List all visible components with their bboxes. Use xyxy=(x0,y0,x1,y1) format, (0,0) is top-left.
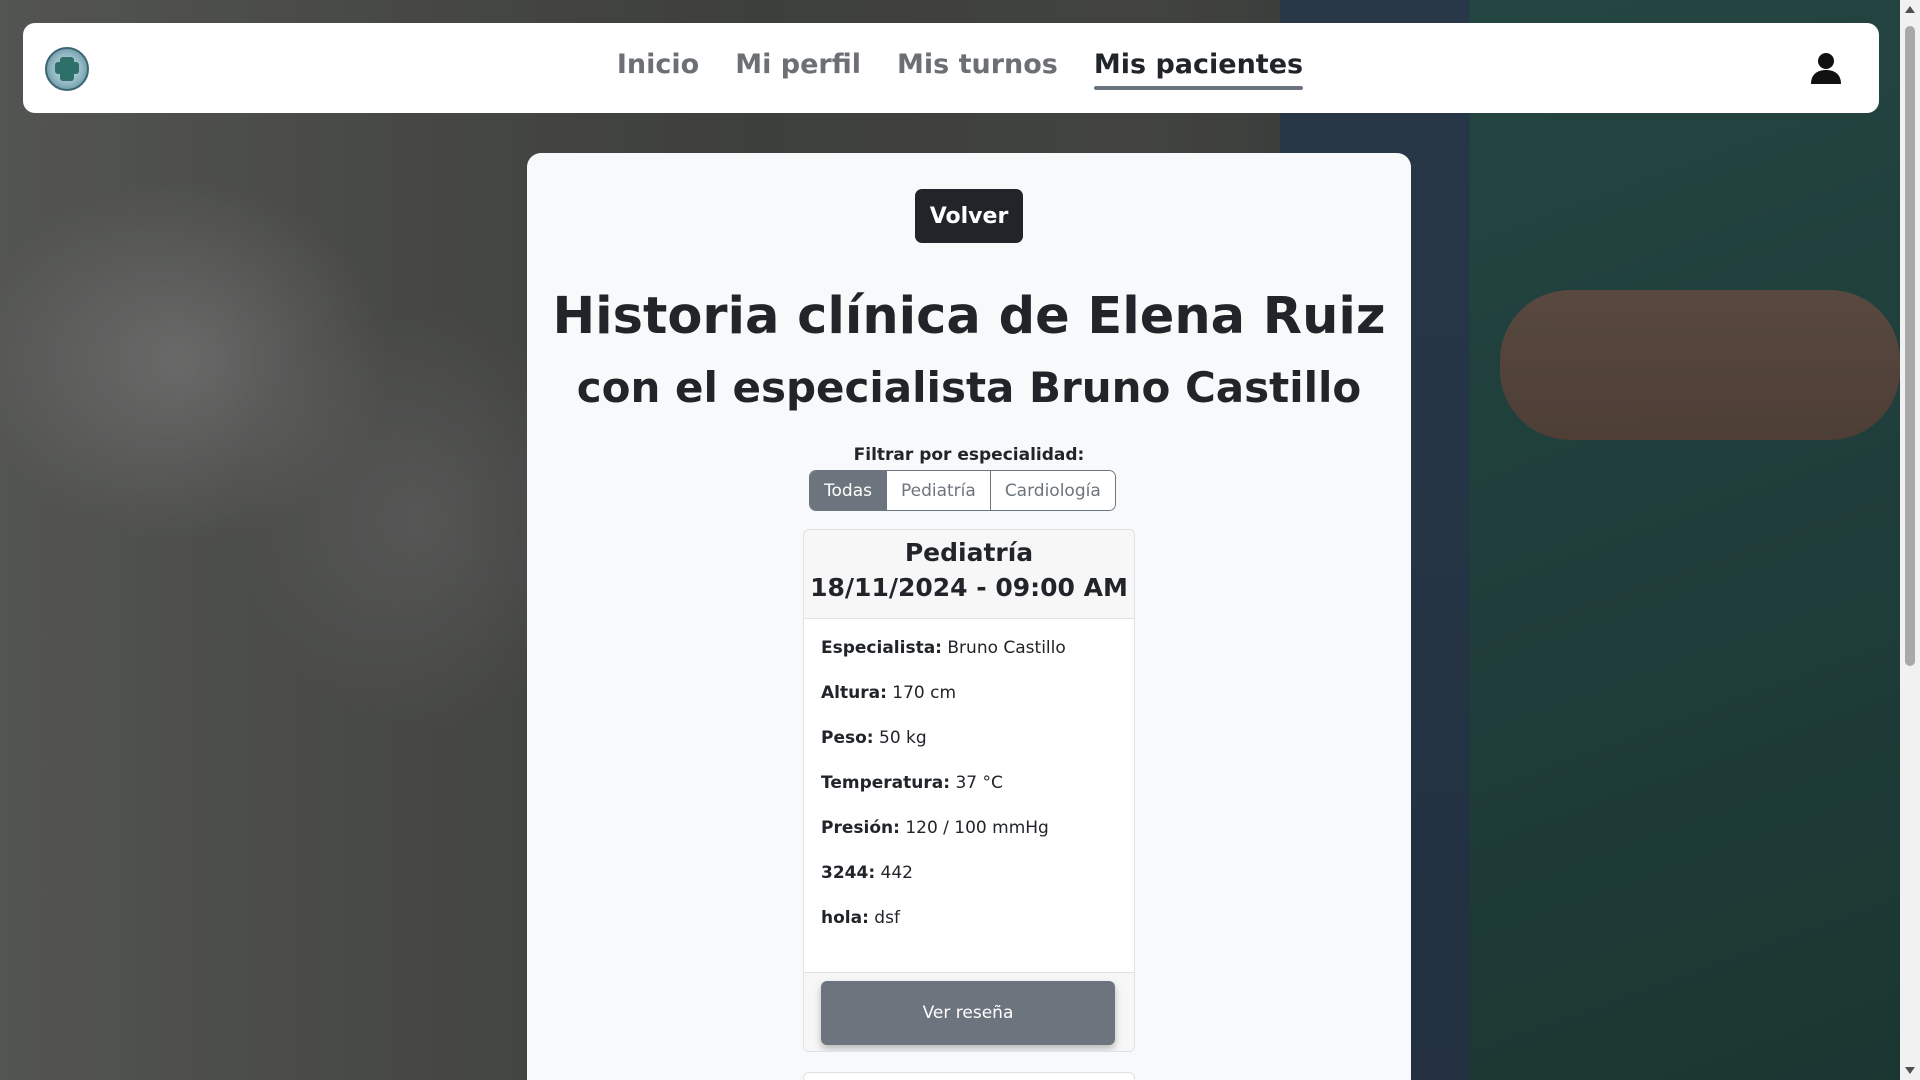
user-icon[interactable] xyxy=(1809,51,1843,85)
nav-link-mis-turnos[interactable]: Mis turnos xyxy=(897,49,1058,88)
filter-todas-button[interactable]: Todas xyxy=(810,471,887,510)
navbar: Inicio Mi perfil Mis turnos Mis paciente… xyxy=(23,23,1879,113)
page-subtitle: con el especialista Bruno Castillo xyxy=(576,363,1362,412)
page-scrollbar[interactable] xyxy=(1900,0,1920,1080)
record-field-altura: Altura: 170 cm xyxy=(821,683,957,703)
page-title: Historia clínica de Elena Ruiz xyxy=(552,287,1386,346)
scroll-up-arrow-icon[interactable] xyxy=(1905,6,1915,13)
filter-cardiologia-button[interactable]: Cardiología xyxy=(990,471,1115,510)
record-field-presion: Presión: 120 / 100 mmHg xyxy=(821,818,1049,838)
record-field-custom-hola: hola: dsf xyxy=(821,908,900,928)
specialty-filter-group: Todas Pediatría Cardiología xyxy=(809,470,1116,511)
scrollbar-thumb[interactable] xyxy=(1905,26,1915,666)
record-field-custom-3244: 3244: 442 xyxy=(821,863,913,883)
nav-link-mis-pacientes[interactable]: Mis pacientes xyxy=(1093,49,1304,90)
view-review-button[interactable]: Ver reseña xyxy=(821,981,1115,1045)
record-header: Pediatría 18/11/2024 - 09:00 AM xyxy=(804,530,1134,619)
nav-link-inicio[interactable]: Inicio xyxy=(617,49,699,88)
record-specialty: Pediatría xyxy=(904,538,1034,567)
record-field-temperatura: Temperatura: 37 °C xyxy=(821,773,1003,793)
clinic-logo-icon[interactable] xyxy=(45,47,89,91)
clinical-history-panel: Volver Historia clínica de Elena Ruiz co… xyxy=(527,153,1411,1080)
record-body: Especialista: Bruno Castillo Altura: 170… xyxy=(804,619,1134,972)
filter-pediatria-button[interactable]: Pediatría xyxy=(886,471,991,510)
filter-label: Filtrar por especialidad: xyxy=(853,445,1085,465)
scroll-down-arrow-icon[interactable] xyxy=(1905,1067,1915,1074)
clinical-record-card-partial xyxy=(803,1072,1135,1080)
nav-links: Inicio Mi perfil Mis turnos Mis paciente… xyxy=(617,49,1304,90)
clinical-record-card: Pediatría 18/11/2024 - 09:00 AM Especial… xyxy=(803,529,1135,1052)
record-field-especialista: Especialista: Bruno Castillo xyxy=(821,638,1066,658)
nav-link-mi-perfil[interactable]: Mi perfil xyxy=(735,49,861,88)
back-button[interactable]: Volver xyxy=(915,189,1023,243)
record-datetime: 18/11/2024 - 09:00 AM xyxy=(810,573,1128,602)
record-field-peso: Peso: 50 kg xyxy=(821,728,927,748)
record-footer: Ver reseña xyxy=(804,972,1134,1051)
